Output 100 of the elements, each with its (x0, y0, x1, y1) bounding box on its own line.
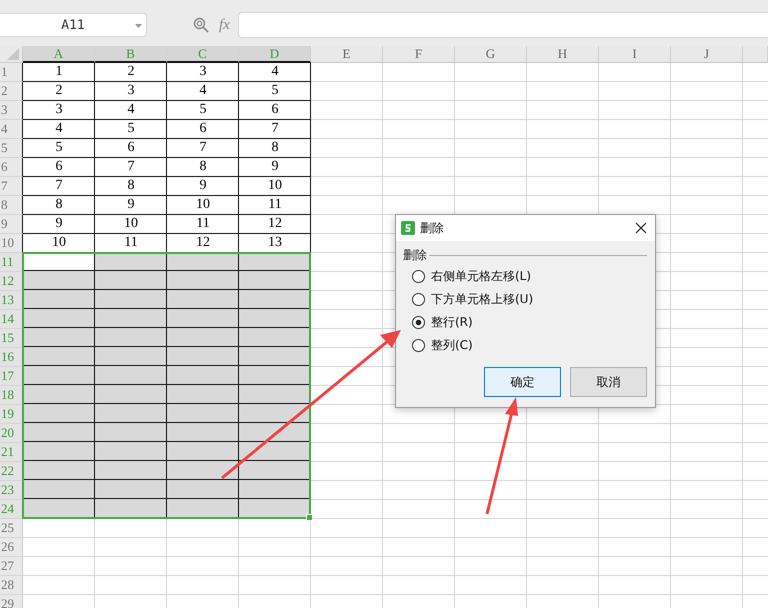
formula-input[interactable] (238, 12, 768, 38)
radio-button[interactable] (412, 339, 425, 352)
row-header[interactable]: 13 (0, 291, 23, 310)
column-header[interactable]: G (455, 46, 527, 63)
zoom-icon[interactable] (193, 17, 209, 33)
close-icon[interactable] (635, 222, 647, 234)
column-header[interactable]: H (527, 46, 599, 63)
row-header[interactable]: 12 (0, 272, 23, 291)
fx-button[interactable]: fx (219, 16, 230, 34)
column-header[interactable]: C (167, 46, 239, 63)
row-header[interactable]: 22 (0, 462, 23, 481)
table-cell-text: 7 (54, 177, 64, 195)
table-cell-text: 9 (126, 196, 136, 214)
column-header[interactable]: J (671, 46, 743, 63)
table-cell-text: 4 (54, 120, 64, 138)
table-cell-text: 11 (123, 234, 139, 252)
table-cell-text: 10 (195, 196, 211, 214)
row-header[interactable]: 15 (0, 329, 23, 348)
table-cell-text: 12 (195, 234, 211, 252)
table-cell-text: 7 (270, 120, 280, 138)
dialog-title: 删除 (420, 220, 445, 236)
table-cell-text: 10 (123, 215, 139, 233)
column-header[interactable]: A (23, 46, 95, 63)
row-header[interactable]: 21 (0, 443, 23, 462)
table-cell-text: 7 (198, 139, 208, 157)
table-cell-text: 3 (126, 82, 136, 100)
row-header[interactable]: 1 (0, 63, 23, 82)
column-header[interactable]: F (383, 46, 455, 63)
row-header[interactable]: 10 (0, 234, 23, 253)
name-box[interactable]: A11 (0, 13, 147, 37)
row-header[interactable]: 23 (0, 481, 23, 500)
row-header[interactable]: 19 (0, 405, 23, 424)
app-icon (401, 221, 415, 235)
table-cell-text: 11 (195, 215, 211, 233)
table-cell-text: 13 (267, 234, 283, 252)
row-header[interactable]: 14 (0, 310, 23, 329)
table-cell-text: 2 (54, 82, 64, 100)
table-cell-text: 12 (267, 215, 283, 233)
table-cell-text: 9 (198, 177, 208, 195)
table-cell-text: 6 (198, 120, 208, 138)
table-cell-text: 5 (54, 139, 64, 157)
row-header[interactable]: 5 (0, 139, 23, 158)
row-header[interactable]: 17 (0, 367, 23, 386)
table-cell-text: 10 (51, 234, 67, 252)
fill-handle[interactable] (306, 514, 313, 521)
cancel-button[interactable]: 取消 (570, 367, 647, 397)
table-cell-text: 6 (54, 158, 64, 176)
table-cell-text: 1 (54, 63, 64, 81)
row-header[interactable]: 24 (0, 500, 23, 519)
option-label[interactable]: 整列(C) (431, 337, 473, 354)
row-header[interactable]: 26 (0, 538, 23, 557)
column-header[interactable]: B (95, 46, 167, 63)
table-cell-text: 4 (126, 101, 136, 119)
option-label[interactable]: 下方单元格上移(U) (431, 291, 534, 308)
table-cell-text: 11 (267, 196, 283, 214)
active-cell[interactable] (24, 254, 94, 270)
table-cell-text: 5 (126, 120, 136, 138)
row-header[interactable]: 2 (0, 82, 23, 101)
group-label: 删除 (403, 246, 427, 264)
row-header[interactable]: 20 (0, 424, 23, 443)
table-cell-text: 4 (198, 82, 208, 100)
table-cell-text: 10 (267, 177, 283, 195)
radio-button[interactable] (412, 293, 425, 306)
radio-button[interactable] (412, 270, 425, 283)
table-cell-text: 3 (54, 101, 64, 119)
table-cell-text: 9 (54, 215, 64, 233)
table-cell-text: 9 (270, 158, 280, 176)
table-cell-text: 8 (126, 177, 136, 195)
row-header[interactable]: 11 (0, 253, 23, 272)
row-header[interactable]: 16 (0, 348, 23, 367)
table-cell-text: 6 (126, 139, 136, 157)
radio-button[interactable] (412, 316, 425, 329)
row-header[interactable]: 7 (0, 177, 23, 196)
table-cell-text: 4 (270, 63, 280, 81)
row-header[interactable]: 9 (0, 215, 23, 234)
column-header[interactable]: E (311, 46, 383, 63)
ok-button[interactable]: 确定 (484, 367, 561, 397)
caret-icon (135, 24, 142, 28)
table-cell-text: 5 (270, 82, 280, 100)
row-header[interactable]: 25 (0, 519, 23, 538)
option-label[interactable]: 整行(R) (431, 314, 473, 331)
table-cell-text: 5 (198, 101, 208, 119)
column-header[interactable]: D (239, 46, 311, 63)
row-header[interactable]: 6 (0, 158, 23, 177)
row-header[interactable]: 3 (0, 101, 23, 120)
table-cell-text: 8 (198, 158, 208, 176)
row-header[interactable]: 18 (0, 386, 23, 405)
table-cell-text: 3 (198, 63, 208, 81)
row-header[interactable]: 28 (0, 576, 23, 595)
row-header[interactable]: 27 (0, 557, 23, 576)
row-header[interactable]: 8 (0, 196, 23, 215)
column-header[interactable]: I (599, 46, 671, 63)
row-header[interactable]: 29 (0, 595, 23, 608)
table-cell-text: 2 (126, 63, 136, 81)
table-cell-text: 6 (270, 101, 280, 119)
table-cell-text: 7 (126, 158, 136, 176)
option-label[interactable]: 右侧单元格左移(L) (431, 268, 532, 285)
table-cell-text: 8 (270, 139, 280, 157)
table-cell-text: 8 (54, 196, 64, 214)
row-header[interactable]: 4 (0, 120, 23, 139)
